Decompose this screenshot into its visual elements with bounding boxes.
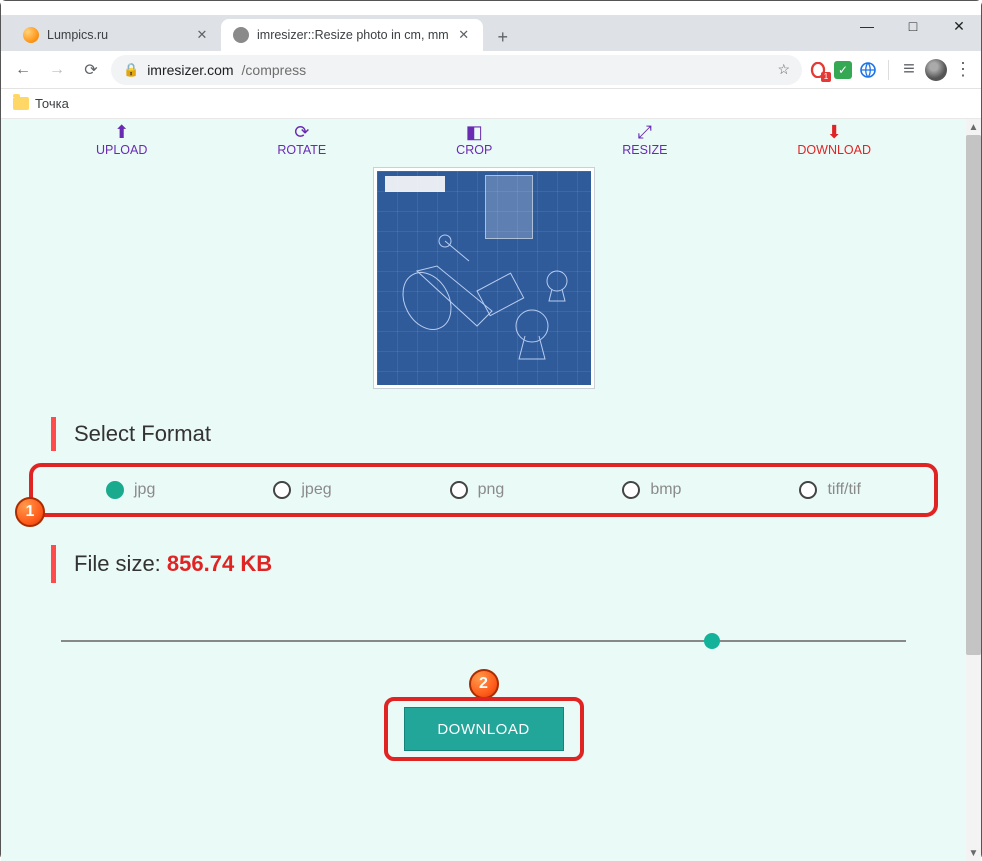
format-jpeg-radio[interactable]: jpeg [273,481,331,499]
radio-icon [450,481,468,499]
tab-title: Lumpics.ru [47,28,187,42]
tab-title: imresizer::Resize photo in cm, mm [257,28,449,42]
resize-icon: ⤢ [638,123,652,141]
extension-opera-icon[interactable]: 1 [808,60,828,80]
scroll-down-arrow[interactable]: ▼ [966,845,981,861]
bookmarks-bar: Точка [1,89,981,119]
url-host: imresizer.com [147,62,233,78]
file-size-display: File size: 856.74 KB [51,545,916,583]
scrollbar-thumb[interactable] [966,135,981,655]
browser-menu-button[interactable]: ⋮ [953,60,973,80]
extension-globe-icon[interactable] [858,60,878,80]
browser-tab-lumpics[interactable]: Lumpics.ru ✕ [11,19,221,51]
radio-label: bmp [650,481,681,499]
reader-mode-icon[interactable]: ≡ [899,60,919,80]
favicon-icon [23,27,39,43]
new-tab-button[interactable]: + [489,23,517,51]
step-label: ROTATE [277,143,326,157]
step-nav: ⬆ UPLOAD ⟳ ROTATE ◧ CROP ⤢ RESIZE ⬇ DOWN… [1,119,966,167]
radio-icon [273,481,291,499]
quality-slider[interactable] [61,631,906,651]
format-jpg-radio[interactable]: jpg [106,481,155,499]
bookmark-item[interactable]: Точка [35,96,69,111]
profile-avatar[interactable] [925,59,947,81]
step-resize[interactable]: ⤢ RESIZE [622,123,667,157]
window-controls: — □ ✕ [844,10,982,42]
lock-icon: 🔒 [123,62,139,78]
maximize-button[interactable]: □ [890,10,936,42]
folder-icon [13,97,29,110]
format-png-radio[interactable]: png [450,481,505,499]
scroll-up-arrow[interactable]: ▲ [966,119,981,135]
file-size-value: 856.74 KB [167,551,272,576]
step-download[interactable]: ⬇ DOWNLOAD [797,123,871,157]
window-titlebar [1,1,981,15]
bookmark-star-icon[interactable]: ☆ [777,61,790,78]
page-viewport: ⬆ UPLOAD ⟳ ROTATE ◧ CROP ⤢ RESIZE ⬇ DOWN… [1,119,981,861]
slider-track [61,640,906,642]
address-bar[interactable]: 🔒 imresizer.com/compress ☆ [111,55,802,85]
crop-icon: ◧ [466,123,483,141]
preview-thumbnail [377,171,591,385]
annotation-callout-1: 1 [15,497,45,527]
upload-icon: ⬆ [114,123,129,141]
step-label: DOWNLOAD [797,143,871,157]
step-rotate[interactable]: ⟳ ROTATE [277,123,326,157]
radio-label: jpeg [301,481,331,499]
radio-icon [106,481,124,499]
step-label: UPLOAD [96,143,147,157]
extension-check-icon[interactable]: ✓ [834,61,852,79]
format-tiff-radio[interactable]: tiff/tif [799,481,861,499]
step-label: CROP [456,143,492,157]
download-zone: 2 DOWNLOAD [394,707,574,751]
reload-button[interactable]: ⟳ [77,56,105,84]
vertical-scrollbar[interactable]: ▲ ▼ [966,119,981,861]
select-format-heading: Select Format [51,417,916,451]
radio-label: jpg [134,481,155,499]
url-path: /compress [242,62,307,78]
format-bmp-radio[interactable]: bmp [622,481,681,499]
forward-button[interactable]: → [43,56,71,84]
slider-thumb[interactable] [704,633,720,649]
image-preview [373,167,595,389]
back-button[interactable]: ← [9,56,37,84]
rotate-icon: ⟳ [294,123,309,141]
download-button[interactable]: DOWNLOAD [404,707,564,751]
annotation-callout-2: 2 [469,669,499,699]
extension-badge: 1 [821,72,831,82]
step-upload[interactable]: ⬆ UPLOAD [96,123,147,157]
browser-tab-imresizer[interactable]: imresizer::Resize photo in cm, mm ✕ [221,19,483,51]
minimize-button[interactable]: — [844,10,890,42]
radio-label: png [478,481,505,499]
close-tab-icon[interactable]: ✕ [457,28,471,42]
download-icon: ⬇ [827,123,842,141]
step-label: RESIZE [622,143,667,157]
radio-label: tiff/tif [827,481,861,499]
radio-icon [622,481,640,499]
file-size-label: File size: [74,551,167,576]
close-tab-icon[interactable]: ✕ [195,28,209,42]
radio-icon [799,481,817,499]
step-crop[interactable]: ◧ CROP [456,123,492,157]
format-radio-group: jpg jpeg png bmp tiff/tif [37,475,930,505]
browser-tabstrip: Lumpics.ru ✕ imresizer::Resize photo in … [1,15,981,51]
close-window-button[interactable]: ✕ [936,10,982,42]
browser-toolbar: ← → ⟳ 🔒 imresizer.com/compress ☆ 1 ✓ ≡ ⋮ [1,51,981,89]
favicon-icon [233,27,249,43]
